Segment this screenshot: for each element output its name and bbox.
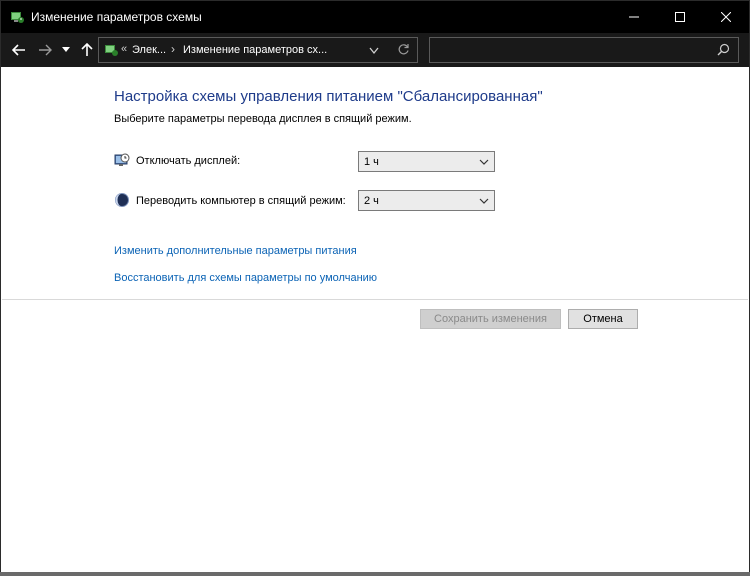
recent-locations-button[interactable] [59,39,73,61]
chevron-down-icon [62,47,70,52]
arrow-right-icon [39,44,52,56]
address-overflow[interactable]: « [121,43,127,55]
minimize-button[interactable] [611,1,657,33]
title-bar: Изменение параметров схемы [1,1,749,33]
divider [2,299,748,300]
display-off-value: 1 ч [364,156,379,168]
window-title: Изменение параметров схемы [31,10,202,24]
breadcrumb-separator: › [171,42,175,56]
restore-defaults-link[interactable]: Восстановить для схемы параметры по умол… [114,272,377,284]
moon-icon [114,192,130,208]
search-box[interactable] [429,37,739,63]
cancel-button[interactable]: Отмена [568,309,638,329]
close-icon [721,12,731,22]
up-button[interactable] [77,39,97,61]
sleep-select[interactable]: 2 ч [358,190,495,211]
refresh-icon [398,44,409,55]
maximize-icon [675,12,685,22]
power-options-icon [9,9,25,25]
search-icon [717,43,730,56]
chevron-down-icon [479,198,489,204]
arrow-up-icon [81,43,93,56]
display-off-select[interactable]: 1 ч [358,151,495,172]
address-bar[interactable]: « Элек... › Изменение параметров сх... [98,37,418,63]
display-off-label: Отключать дисплей: [136,155,241,167]
forward-button[interactable] [35,39,55,61]
taskbar [0,572,750,576]
maximize-button[interactable] [657,1,703,33]
chevron-down-icon [479,159,489,165]
page-title: Настройка схемы управления питанием "Сба… [114,88,543,105]
monitor-clock-icon [114,152,130,168]
search-button[interactable] [717,43,730,61]
close-button[interactable] [703,1,749,33]
back-button[interactable] [9,39,29,61]
breadcrumb-item-1[interactable]: Элек... [132,44,166,56]
save-button[interactable]: Сохранить изменения [420,309,561,329]
page-subtitle: Выберите параметры перевода дисплея в сп… [114,113,412,125]
window: Изменение параметров схемы « Элек... › И… [0,0,750,576]
sleep-value: 2 ч [364,195,379,207]
chevron-down-icon [369,47,379,55]
arrow-left-icon [12,44,25,56]
power-options-icon [103,42,119,58]
minimize-icon [629,16,639,18]
refresh-button[interactable] [397,43,410,59]
address-history-button[interactable] [369,46,379,58]
advanced-settings-link[interactable]: Изменить дополнительные параметры питани… [114,245,357,257]
breadcrumb-item-2[interactable]: Изменение параметров сх... [183,44,327,56]
sleep-label: Переводить компьютер в спящий режим: [136,195,346,207]
